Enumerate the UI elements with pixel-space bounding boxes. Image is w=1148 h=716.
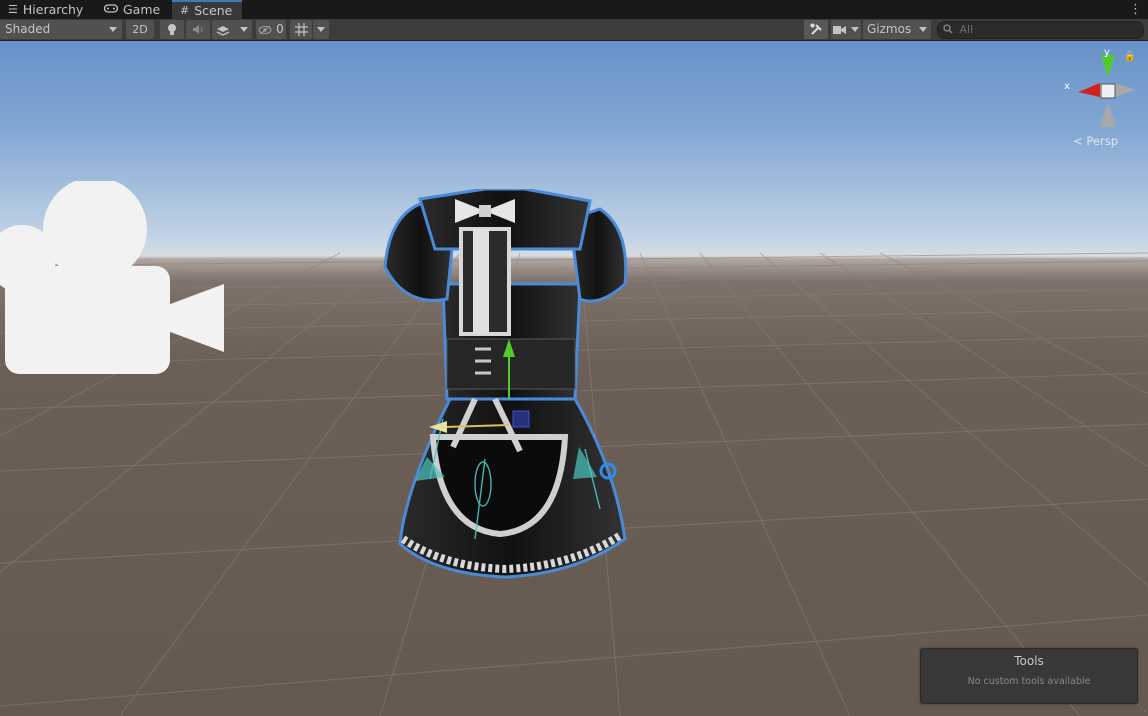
grid-icon: #	[180, 4, 190, 17]
wrench-icon	[810, 22, 823, 36]
grid-options-dropdown[interactable]	[313, 20, 329, 39]
video-camera-icon	[832, 22, 850, 36]
search-icon	[938, 23, 957, 36]
search-input[interactable]: All	[937, 21, 1144, 39]
chevron-down-icon	[919, 27, 927, 32]
gizmo-y-label: y	[1104, 47, 1110, 58]
tab-game[interactable]: Game	[103, 0, 161, 19]
camera-gizmo-icon[interactable]	[0, 181, 230, 381]
draw-mode-label: Shaded	[5, 22, 51, 36]
grid-icon	[294, 22, 308, 36]
projection-toggle[interactable]: < Persp	[1073, 134, 1118, 148]
lightbulb-icon	[167, 22, 177, 36]
tools-overlay-title: Tools	[1014, 654, 1044, 668]
effects-stack-icon	[216, 22, 234, 36]
chevron-left-icon: <	[1073, 134, 1083, 148]
chevron-down-icon	[851, 27, 860, 32]
scene-toolbar: Shaded 2D 0 Gizmos All	[0, 19, 1148, 41]
projection-label: Persp	[1086, 134, 1118, 148]
chevron-down-icon	[109, 27, 117, 32]
scene-viewport[interactable]: y x 🔒 < Persp Tools No custom tools avai…	[0, 41, 1148, 716]
grid-snap-toggle[interactable]	[290, 20, 312, 39]
gizmos-label: Gizmos	[867, 22, 912, 36]
toggle-2d-button[interactable]: 2D	[126, 20, 154, 39]
scene-visibility-toggle[interactable]: 0	[256, 20, 286, 39]
tools-toggle-button[interactable]	[804, 20, 828, 39]
tab-scene-label: Scene	[194, 3, 233, 18]
lighting-toggle-button[interactable]	[160, 20, 184, 39]
gizmos-dropdown[interactable]: Gizmos	[863, 20, 931, 39]
tab-game-label: Game	[123, 2, 161, 17]
tab-hierarchy-label: Hierarchy	[22, 2, 84, 17]
audio-toggle-button[interactable]	[186, 20, 210, 39]
effects-dropdown[interactable]	[212, 20, 252, 39]
draw-mode-dropdown[interactable]: Shaded	[0, 20, 122, 39]
window-tab-bar: ☰ Hierarchy Game # Scene ⋮	[0, 0, 1148, 20]
kebab-menu-icon[interactable]: ⋮	[1129, 0, 1142, 19]
camera-settings-dropdown[interactable]	[831, 20, 861, 39]
tab-scene[interactable]: # Scene	[172, 0, 243, 19]
hidden-eye-icon	[258, 22, 276, 36]
lock-icon[interactable]: 🔒	[1124, 51, 1136, 62]
scene-visibility-count: 0	[276, 22, 284, 36]
dress-model[interactable]	[375, 189, 635, 589]
list-icon: ☰	[8, 3, 18, 16]
tab-hierarchy[interactable]: ☰ Hierarchy	[8, 0, 83, 19]
gizmo-x-label: x	[1064, 81, 1070, 92]
search-placeholder: All	[959, 23, 974, 36]
resize-grip-icon[interactable]: ⋱	[1137, 704, 1146, 714]
tools-overlay[interactable]: Tools No custom tools available	[920, 648, 1138, 704]
speaker-icon	[192, 22, 204, 36]
chevron-down-icon	[317, 27, 325, 32]
gamepad-icon	[103, 0, 119, 19]
chevron-down-icon	[239, 27, 248, 32]
tools-overlay-subtitle: No custom tools available	[967, 676, 1091, 687]
